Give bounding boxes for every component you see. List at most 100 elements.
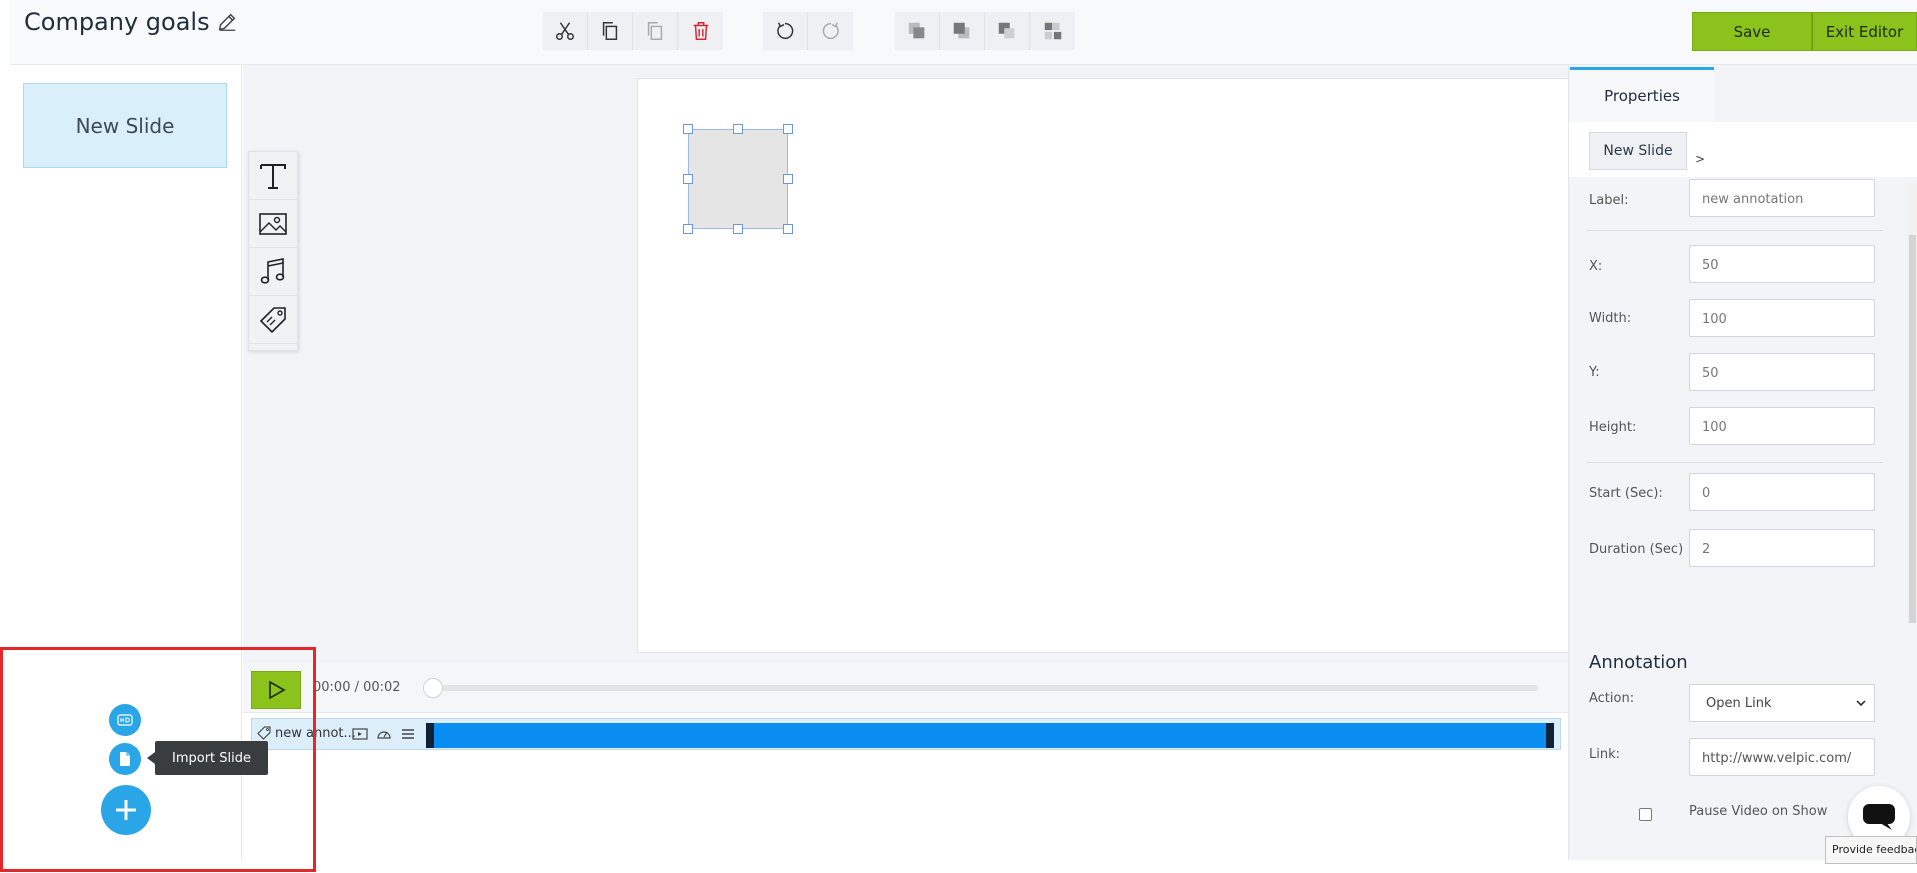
send-to-back-button[interactable] bbox=[1030, 12, 1075, 50]
divider bbox=[1587, 230, 1883, 231]
pause-video-checkbox[interactable] bbox=[1639, 808, 1652, 821]
bring-forward-icon bbox=[908, 22, 925, 39]
y-input[interactable]: 50 bbox=[1689, 353, 1875, 391]
cut-button[interactable] bbox=[543, 12, 588, 50]
slide-icon bbox=[352, 728, 368, 740]
playback-bar: 00:00 / 00:02 bbox=[243, 663, 1568, 713]
prop-label-label: Label: bbox=[1589, 193, 1629, 208]
scissors-icon bbox=[556, 22, 574, 40]
tab-properties[interactable]: Properties bbox=[1570, 67, 1714, 122]
prop-x-label: X: bbox=[1589, 259, 1603, 274]
resize-handle-nw[interactable] bbox=[683, 124, 693, 134]
playback-track[interactable] bbox=[428, 685, 1538, 691]
plus-icon bbox=[116, 800, 136, 820]
x-input[interactable]: 50 bbox=[1689, 245, 1875, 283]
height-input[interactable]: 100 bbox=[1689, 407, 1875, 445]
duration-input[interactable]: 2 bbox=[1689, 529, 1875, 567]
layer-visibility-button[interactable] bbox=[349, 724, 371, 744]
import-slide-tooltip: Import Slide bbox=[147, 741, 268, 775]
image-tool-button[interactable] bbox=[249, 200, 297, 248]
save-button[interactable]: Save bbox=[1692, 12, 1812, 51]
hd-slide-button[interactable] bbox=[109, 704, 141, 736]
link-label: Link: bbox=[1589, 747, 1621, 762]
annotation-tool-button[interactable] bbox=[249, 296, 297, 344]
resize-handle-w[interactable] bbox=[683, 174, 693, 184]
properties-breadcrumb-bar: New Slide > bbox=[1569, 122, 1917, 177]
copy-button[interactable] bbox=[588, 12, 633, 50]
timeline-panel: 00:00 / 00:02 new annot... bbox=[243, 663, 1568, 863]
canvas-area bbox=[243, 65, 1661, 663]
send-backward-icon bbox=[953, 22, 970, 39]
trash-icon bbox=[693, 22, 708, 40]
breadcrumb-separator: > bbox=[1695, 152, 1706, 166]
bring-forward-button[interactable] bbox=[895, 12, 940, 50]
properties-scrollbar-thumb[interactable] bbox=[1909, 235, 1916, 623]
bring-to-front-icon bbox=[998, 22, 1015, 39]
action-label: Action: bbox=[1589, 691, 1635, 706]
page-title: Company goals bbox=[24, 8, 238, 36]
layer-menu-button[interactable] bbox=[397, 724, 419, 744]
resize-handle-ne[interactable] bbox=[783, 124, 793, 134]
divider bbox=[1587, 462, 1883, 463]
layer-timing-button[interactable] bbox=[373, 724, 395, 744]
chat-bubble-icon bbox=[1863, 804, 1895, 830]
link-input[interactable]: http://www.velpic.com/ bbox=[1689, 738, 1875, 776]
prop-start-label: Start (Sec): bbox=[1589, 486, 1663, 501]
start-input[interactable]: 0 bbox=[1689, 473, 1875, 511]
annotation-tool-icon bbox=[259, 306, 286, 333]
resize-handle-sw[interactable] bbox=[683, 224, 693, 234]
bring-to-front-button[interactable] bbox=[985, 12, 1030, 50]
send-backward-button[interactable] bbox=[940, 12, 985, 50]
document-icon bbox=[120, 752, 130, 766]
page-title-text: Company goals bbox=[24, 8, 210, 36]
hamburger-icon bbox=[402, 729, 414, 739]
arrange-toolbar-group bbox=[895, 12, 1075, 50]
prop-height-label: Height: bbox=[1589, 420, 1637, 435]
slide-thumbnail[interactable]: New Slide bbox=[23, 83, 227, 168]
edit-toolbar-group bbox=[543, 12, 723, 50]
audio-tool-button[interactable] bbox=[249, 248, 297, 296]
import-slide-button[interactable] bbox=[109, 743, 141, 775]
history-toolbar-group bbox=[763, 12, 853, 50]
gauge-icon bbox=[377, 731, 391, 739]
undo-button[interactable] bbox=[763, 12, 808, 50]
properties-form: Label: new annotation X: 50 Width: 100 Y… bbox=[1581, 177, 1901, 627]
resize-handle-e[interactable] bbox=[783, 174, 793, 184]
resize-handle-se[interactable] bbox=[783, 224, 793, 234]
text-tool-button[interactable] bbox=[249, 152, 297, 200]
send-to-back-icon bbox=[1044, 22, 1061, 40]
exit-editor-button[interactable]: Exit Editor bbox=[1812, 12, 1917, 51]
width-input[interactable]: 100 bbox=[1689, 299, 1875, 337]
resize-handle-n[interactable] bbox=[733, 124, 743, 134]
redo-button[interactable] bbox=[808, 12, 853, 50]
layer-controls bbox=[349, 724, 421, 744]
paste-button[interactable] bbox=[633, 12, 678, 50]
timeline-layer-row[interactable]: new annot... bbox=[251, 718, 1561, 750]
hd-icon bbox=[117, 714, 133, 726]
prop-y-label: Y: bbox=[1589, 365, 1600, 380]
resize-handle-s[interactable] bbox=[733, 224, 743, 234]
text-tool-icon bbox=[260, 163, 286, 189]
pause-video-label: Pause Video on Show bbox=[1689, 804, 1828, 819]
provide-feedback-button[interactable]: Provide feedback bbox=[1825, 836, 1917, 864]
pencil-icon[interactable] bbox=[216, 11, 238, 33]
delete-button[interactable] bbox=[678, 12, 723, 50]
prop-width-label: Width: bbox=[1589, 311, 1632, 326]
copy-icon bbox=[602, 22, 618, 40]
chevron-down-icon bbox=[1856, 700, 1866, 707]
slide-thumbnail-label: New Slide bbox=[75, 113, 175, 138]
add-slide-button[interactable] bbox=[101, 785, 151, 835]
breadcrumb-slide-button[interactable]: New Slide bbox=[1589, 132, 1687, 170]
properties-panel: Properties New Slide > Label: new annota… bbox=[1568, 65, 1917, 860]
action-select[interactable]: Open Link bbox=[1689, 684, 1875, 722]
playback-scrubber[interactable] bbox=[423, 678, 443, 698]
action-select-value: Open Link bbox=[1706, 696, 1772, 711]
slide-canvas[interactable] bbox=[637, 78, 1661, 653]
label-input[interactable]: new annotation bbox=[1689, 179, 1875, 217]
redo-icon bbox=[822, 22, 839, 40]
image-tool-icon bbox=[259, 212, 287, 235]
layer-duration-bar[interactable] bbox=[426, 723, 1554, 748]
paste-icon bbox=[647, 22, 663, 40]
annotation-shape[interactable] bbox=[688, 129, 788, 229]
insert-tool-palette bbox=[248, 151, 298, 351]
